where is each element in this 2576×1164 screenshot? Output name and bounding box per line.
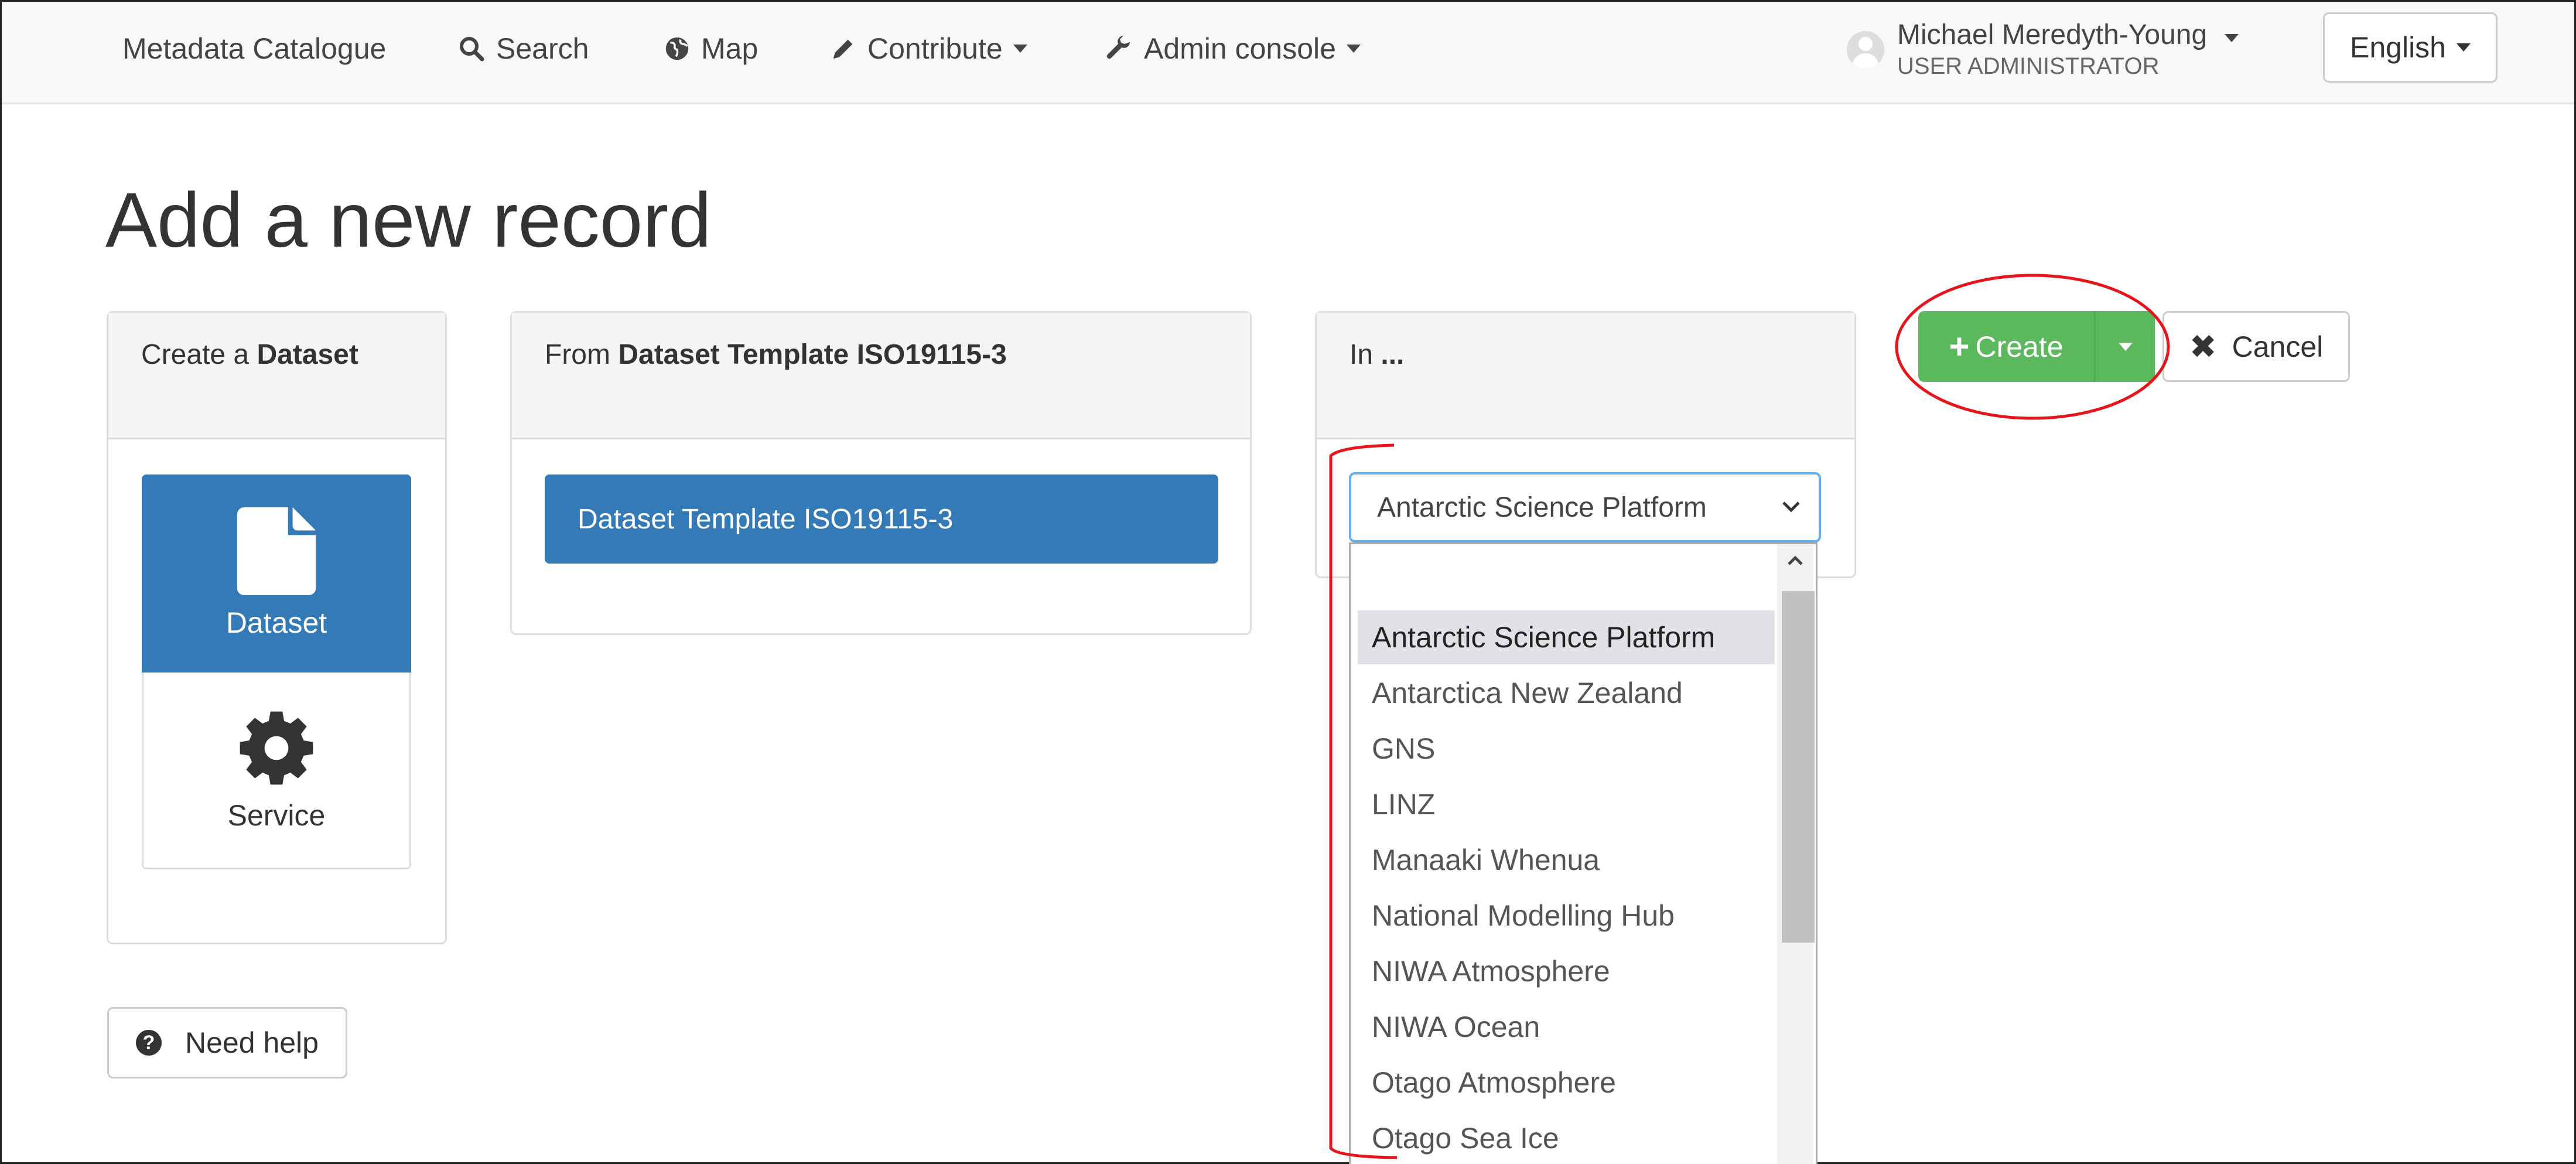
chevron-down-icon [1013, 45, 1027, 53]
scrollbar-thumb[interactable] [1782, 591, 1815, 943]
chevron-down-icon [1346, 45, 1361, 53]
user-menu[interactable]: Michael Meredyth-Young USER ADMINISTRATO… [1847, 15, 2239, 85]
dropdown-scrollbar[interactable] [1777, 544, 1815, 1164]
template-panel: From Dataset Template ISO19115-3 Dataset… [510, 311, 1252, 635]
file-icon [237, 507, 316, 595]
group-heading: In ... [1317, 313, 1854, 439]
chevron-up-icon[interactable] [1786, 555, 1804, 566]
page-title: Add a new record [105, 177, 712, 263]
dropdown-option[interactable]: GNS [1358, 722, 1775, 776]
create-dropdown-toggle[interactable] [2096, 342, 2155, 351]
dropdown-option[interactable]: Manaaki Whenua [1358, 833, 1775, 887]
create-button-group: + Create [1918, 311, 2155, 382]
template-option[interactable]: Dataset Template ISO19115-3 [545, 475, 1218, 564]
dropdown-option[interactable]: Otago Sea Ice [1358, 1111, 1775, 1164]
cancel-button[interactable]: ✖ Cancel [2162, 311, 2350, 382]
nav-contribute[interactable]: Contribute [830, 2, 1027, 95]
dropdown-option[interactable]: Antarctica New Zealand [1358, 666, 1775, 720]
type-option-dataset[interactable]: Dataset [142, 475, 411, 673]
chevron-down-icon [1782, 501, 1800, 513]
close-icon: ✖ [2189, 327, 2217, 365]
type-option-service[interactable]: Service [142, 673, 411, 869]
top-navbar: Metadata Catalogue Search Map Contribute… [2, 2, 2574, 104]
dropdown-option[interactable]: LINZ [1358, 777, 1775, 831]
globe-icon [665, 37, 689, 60]
record-type-heading: Create a Dataset [108, 313, 445, 439]
template-heading: From Dataset Template ISO19115-3 [512, 313, 1250, 439]
dropdown-option[interactable]: NIWA Ocean [1358, 1000, 1775, 1054]
nav-admin-console[interactable]: Admin console [1105, 2, 1361, 95]
gear-icon [240, 711, 313, 784]
user-role: USER ADMINISTRATOR [1897, 53, 2160, 79]
language-selector[interactable]: English [2323, 12, 2498, 83]
chevron-down-icon [2457, 43, 2471, 52]
create-button[interactable]: + Create [1918, 311, 2096, 382]
pencil-icon [833, 39, 853, 59]
search-icon [460, 37, 484, 62]
help-icon: ? [136, 1030, 162, 1056]
wrench-icon [1106, 36, 1130, 59]
plus-icon: + [1949, 327, 1970, 366]
dropdown-option[interactable]: Antarctic Science Platform [1358, 610, 1775, 664]
record-type-panel: Create a Dataset Dataset Service [107, 311, 447, 944]
dropdown-option[interactable]: NIWA Atmosphere [1358, 944, 1775, 998]
nav-map[interactable]: Map [664, 2, 758, 95]
user-info: Michael Meredyth-Young USER ADMINISTRATO… [1897, 19, 2207, 81]
chevron-down-icon [2225, 34, 2239, 42]
need-help-button[interactable]: ? Need help [107, 1007, 347, 1078]
group-select[interactable]: Antarctic Science Platform [1349, 472, 1821, 542]
chevron-down-icon [2118, 342, 2133, 351]
dropdown-option[interactable]: Otago Atmosphere [1358, 1056, 1775, 1110]
dropdown-option[interactable]: National Modelling Hub [1358, 889, 1775, 943]
group-dropdown-list[interactable]: Antarctic Science Platform Antarctica Ne… [1349, 542, 1817, 1164]
avatar [1847, 31, 1884, 69]
user-name: Michael Meredyth-Young [1897, 19, 2208, 50]
nav-brand[interactable]: Metadata Catalogue [122, 2, 386, 95]
nav-search[interactable]: Search [457, 2, 589, 95]
